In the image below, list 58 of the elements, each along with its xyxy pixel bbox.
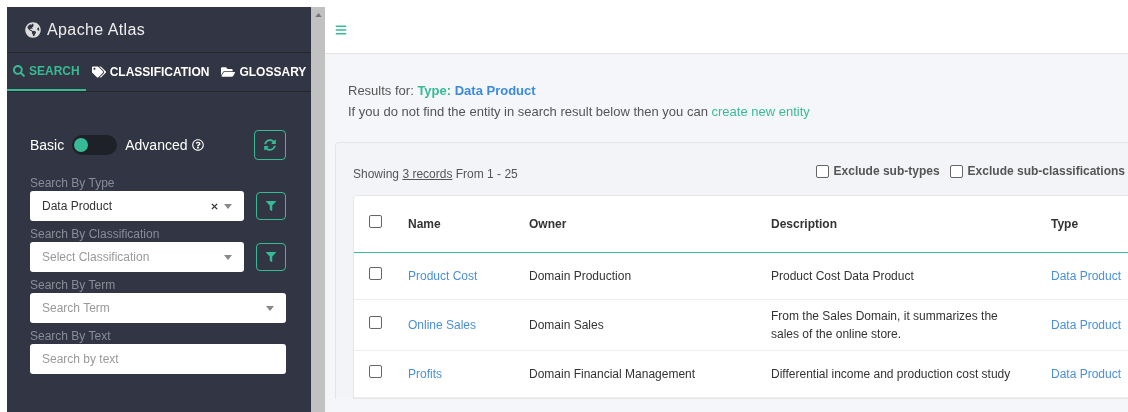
- owner-cell: Domain Sales: [529, 318, 604, 332]
- select-field[interactable]: Select Classification: [30, 242, 244, 272]
- owner-cell: Domain Production: [529, 269, 632, 283]
- folder-icon: [221, 65, 236, 79]
- entity-name-link[interactable]: Online Sales: [408, 318, 477, 332]
- search-field[interactable]: Search by text: [30, 344, 286, 374]
- caret-icon: [224, 203, 232, 209]
- filter-icon: [266, 252, 276, 262]
- entity-name-link[interactable]: Profits: [408, 367, 442, 381]
- option-checkbox[interactable]: [815, 164, 829, 178]
- field-label: Search By Type: [30, 175, 116, 191]
- help-icon: [191, 139, 204, 151]
- field-label: Search By Classification: [30, 226, 161, 242]
- option-checkbox[interactable]: [949, 164, 963, 178]
- hint-text: If you do not find the entity in search result below then you can create new entity: [348, 103, 811, 121]
- app-title: Apache Atlas: [47, 19, 146, 40]
- entity-name-link[interactable]: Product Cost: [408, 269, 478, 283]
- search-icon: [13, 65, 25, 77]
- type-link[interactable]: Data Product: [1051, 269, 1122, 283]
- refresh-icon: [264, 139, 276, 151]
- select-field[interactable]: Data Product: [30, 191, 244, 221]
- records-link[interactable]: 3 records: [402, 167, 453, 181]
- globe-icon: [25, 21, 41, 38]
- results-heading: Results for: Type: Data Product: [348, 82, 537, 100]
- advanced-label: Advanced: [125, 135, 188, 155]
- filter-button[interactable]: [256, 243, 286, 271]
- column-header[interactable]: Owner: [529, 217, 567, 231]
- select-all-checkbox[interactable]: [369, 215, 382, 228]
- clear-icon[interactable]: [211, 202, 218, 210]
- column-header[interactable]: Name: [408, 217, 441, 231]
- filter-button[interactable]: [256, 192, 286, 220]
- basic-label: Basic: [30, 135, 65, 155]
- caret-icon: [266, 305, 274, 311]
- tag-icon: [91, 65, 106, 79]
- select-field[interactable]: Search Term: [30, 293, 286, 323]
- description-cell: Product Cost Data Product: [771, 269, 914, 283]
- mode-switch[interactable]: [72, 135, 118, 155]
- type-link[interactable]: Data Product: [1051, 318, 1122, 332]
- type-link[interactable]: Data Product: [1051, 367, 1122, 381]
- option-label: Exclude sub-types: [833, 163, 940, 180]
- field-label: Search By Text: [30, 328, 112, 344]
- refresh-button[interactable]: [254, 130, 286, 160]
- filter-icon: [266, 201, 276, 211]
- field-label: Search By Term: [30, 277, 117, 293]
- row-checkbox[interactable]: [369, 365, 382, 378]
- row-checkbox[interactable]: [369, 267, 382, 280]
- nav-tab[interactable]: GLOSSARY: [215, 53, 313, 91]
- description-cell: From the Sales Domain, it summarizes the sales of the online store.: [771, 309, 998, 341]
- records-summary: Showing 3 records From 1 - 25: [353, 166, 518, 183]
- nav-tab[interactable]: CLASSIFICATION: [85, 53, 216, 91]
- description-cell: Differential income and production cost study: [771, 367, 1011, 381]
- caret-icon: [224, 254, 232, 260]
- owner-cell: Domain Financial Management: [529, 367, 696, 381]
- column-header[interactable]: Description: [771, 217, 837, 231]
- row-checkbox[interactable]: [369, 316, 382, 329]
- column-header[interactable]: Type: [1051, 217, 1079, 231]
- nav-tab[interactable]: SEARCH: [7, 53, 86, 91]
- option-label: Exclude sub-classifications: [967, 163, 1125, 180]
